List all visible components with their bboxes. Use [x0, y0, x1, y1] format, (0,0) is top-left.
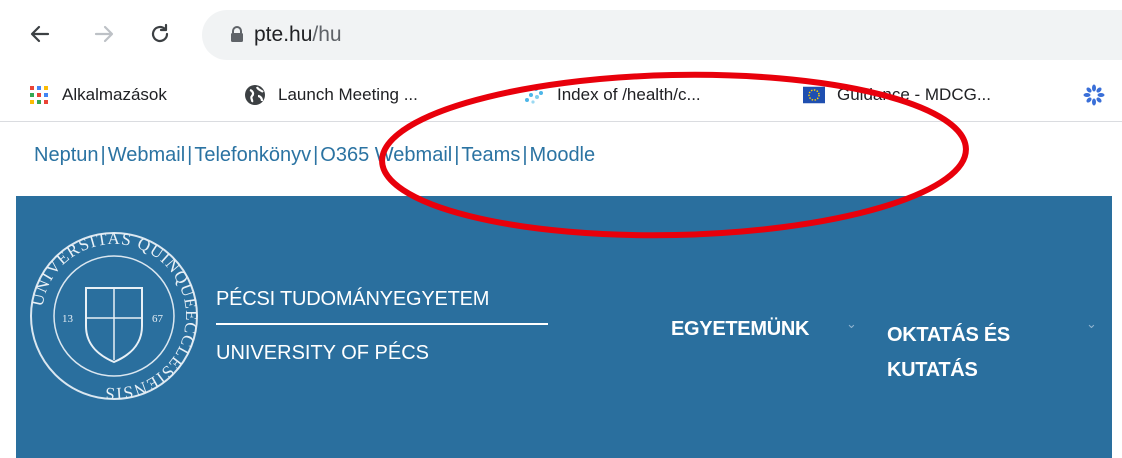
quick-links-bar: Neptun | Webmail | Telefonkönyv | O365 Webmail…	[34, 144, 595, 167]
url-domain: pte.hu	[254, 23, 313, 46]
nav-egyetemunk-label: EGYETEMÜNK	[671, 318, 810, 340]
separator: |	[313, 144, 319, 166]
url-text: pte.hu/hu	[254, 23, 342, 47]
brand-divider	[216, 323, 548, 325]
lock-icon	[231, 26, 243, 42]
bookmark-label: Guidance - MDCG...	[837, 85, 991, 104]
spinner-favicon-icon	[1083, 84, 1105, 106]
link-neptun[interactable]: Neptun	[34, 144, 99, 166]
reload-icon	[151, 23, 169, 43]
nav-oktatas-es-kutatas[interactable]: OKTATÁS ÉS KUTATÁS	[887, 318, 1010, 388]
bookmark-apps[interactable]: Alkalmazások	[28, 81, 167, 109]
forward-button[interactable]	[86, 16, 122, 52]
university-name-en[interactable]: UNIVERSITY OF PÉCS	[216, 342, 429, 365]
bookmark-overflow[interactable]	[1083, 81, 1117, 109]
separator: |	[100, 144, 106, 166]
dots-favicon-icon	[523, 84, 545, 106]
seal-year-left: 13	[62, 313, 74, 325]
university-name-hu[interactable]: PÉCSI TUDOMÁNYEGYETEM	[216, 288, 489, 311]
seal-year-right: 67	[152, 313, 164, 325]
globe-icon	[244, 84, 266, 106]
site-header: UNIVERSITAS QUINQUEECCLESIENSIS 13 67 PÉ…	[16, 196, 1112, 458]
link-o365-webmail[interactable]: O365 Webmail	[320, 144, 452, 166]
link-teams[interactable]: Teams	[461, 144, 520, 166]
bookmark-label: Index of /health/c...	[557, 85, 701, 104]
bookmarks-bar: Alkalmazások Launch Meeting ... Index of…	[0, 70, 1122, 122]
bookmark-label: Alkalmazások	[62, 85, 167, 104]
nav-egyetemunk[interactable]: EGYETEMÜNK	[671, 318, 809, 341]
university-seal-logo[interactable]: UNIVERSITAS QUINQUEECCLESIENSIS 13 67	[28, 230, 200, 402]
forward-arrow-icon	[94, 25, 114, 43]
separator: |	[522, 144, 528, 166]
url-path: /hu	[312, 23, 342, 46]
separator: |	[187, 144, 193, 166]
reload-button[interactable]	[142, 16, 178, 52]
bookmark-launch-meeting[interactable]: Launch Meeting ...	[244, 81, 418, 109]
bookmark-index-health[interactable]: Index of /health/c...	[523, 81, 701, 109]
link-telefonkonyv[interactable]: Telefonkönyv	[194, 144, 311, 166]
nav-oktatas-label: OKTATÁS ÉS	[887, 324, 1010, 346]
back-arrow-icon	[30, 25, 50, 43]
chevron-down-icon[interactable]: ⌄	[846, 316, 857, 332]
browser-toolbar: pte.hu/hu	[0, 0, 1122, 70]
address-bar[interactable]: pte.hu/hu	[202, 10, 1122, 60]
link-moodle[interactable]: Moodle	[530, 144, 596, 166]
link-webmail[interactable]: Webmail	[108, 144, 185, 166]
eu-flag-icon	[803, 84, 825, 106]
back-button[interactable]	[22, 16, 58, 52]
bookmark-guidance-mdcg[interactable]: Guidance - MDCG...	[803, 81, 991, 109]
nav-kutatas-label: KUTATÁS	[887, 359, 978, 381]
apps-grid-icon	[28, 84, 50, 106]
chevron-down-icon[interactable]: ⌄	[1086, 316, 1097, 332]
bookmark-label: Launch Meeting ...	[278, 85, 418, 104]
